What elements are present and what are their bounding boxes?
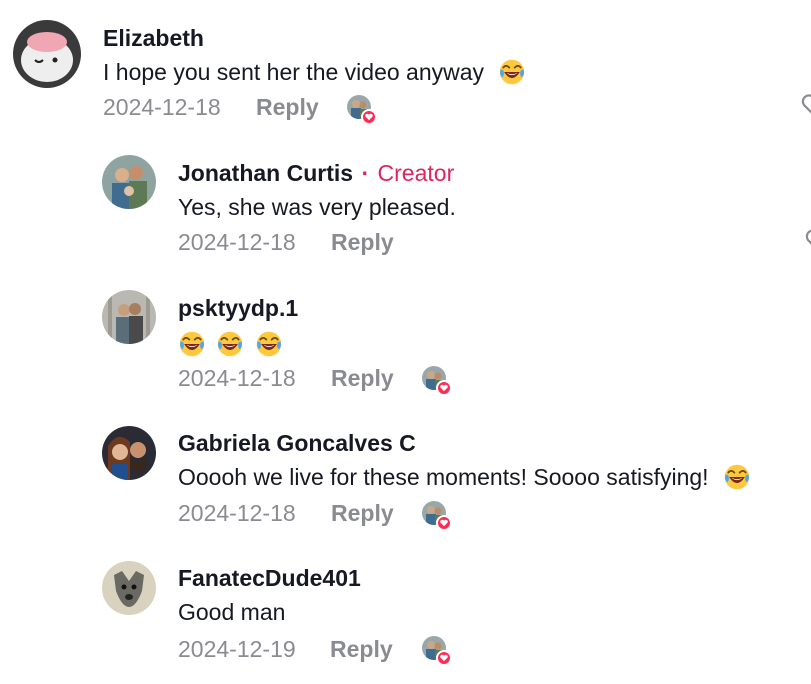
heart-icon [436,380,452,396]
comment-emoji-row [178,329,283,358]
laughing-emoji-icon [255,330,283,358]
comment-username[interactable]: Gabriela Goncalves C [178,430,416,457]
laughing-emoji-icon [723,463,751,491]
heart-icon [436,515,452,531]
liked-by-creator-badge [422,366,452,396]
comment-date: 2024-12-18 [178,365,296,391]
comment-date: 2024-12-18 [103,94,221,120]
comment-date: 2024-12-18 [178,229,296,255]
reply-button[interactable]: Reply [331,500,394,527]
liked-by-creator-badge [422,501,452,531]
laughing-emoji-icon [216,330,244,358]
comment-text-row: Ooooh we live for these moments! Soooo s… [178,464,751,491]
creator-separator: · [361,160,370,186]
avatar[interactable] [102,426,156,480]
comment-username[interactable]: FanatecDude401 [178,565,361,592]
like-heart-icon[interactable] [804,227,811,253]
reply-button[interactable]: Reply [331,365,394,392]
heart-icon [436,650,452,666]
avatar[interactable] [102,155,156,209]
liked-by-creator-badge [422,636,452,666]
comment-username-row: Jonathan Curtis · Creator [178,160,454,187]
comment-username[interactable]: psktyydp.1 [178,295,298,322]
heart-icon [361,109,377,125]
laughing-emoji-icon [498,58,526,86]
comment-text: Ooooh we live for these moments! Soooo s… [178,464,709,490]
comment-date: 2024-12-19 [178,636,296,662]
comment-text: Good man [178,599,286,625]
like-heart-icon[interactable] [800,92,811,118]
reply-button[interactable]: Reply [256,94,319,121]
avatar[interactable] [13,20,81,88]
laughing-emoji-icon [178,330,206,358]
avatar[interactable] [102,290,156,344]
comment-text: I hope you sent her the video anyway [103,59,485,85]
reply-button[interactable]: Reply [330,636,393,663]
comment-username[interactable]: Elizabeth [103,25,204,52]
comment-text-row: I hope you sent her the video anyway [103,59,526,86]
avatar[interactable] [102,561,156,615]
creator-badge: Creator [377,160,455,186]
comment-username[interactable]: Jonathan Curtis [178,160,353,186]
comment-text: Yes, she was very pleased. [178,194,456,220]
comment-date: 2024-12-18 [178,500,296,526]
liked-by-creator-badge [347,95,377,125]
reply-button[interactable]: Reply [331,229,394,256]
